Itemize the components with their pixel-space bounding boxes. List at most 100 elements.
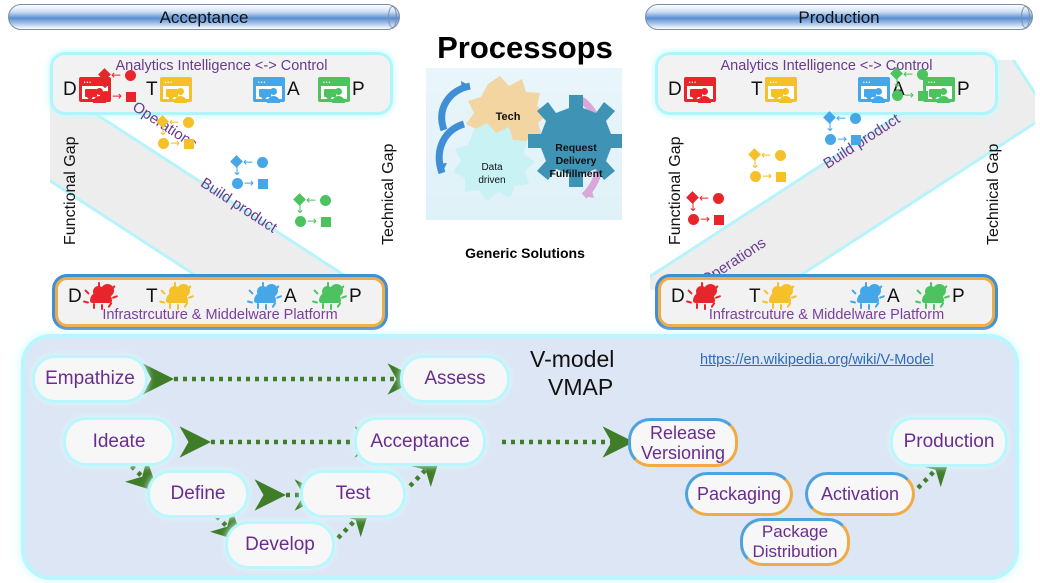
gear-tech-label: Tech [496,111,521,123]
vnode-package-distribution-label-2: Distribution [752,542,838,561]
right-infra-d[interactable]: D [671,282,721,310]
left-infra-band: D T A P Infrastrcuture & Middelware Plat… [55,277,385,327]
right-flow-cluster-yellow: ← ↓ → [748,148,798,184]
right-process-panel: Analytics Intelligence <-> Control D •••… [640,55,1040,335]
vnode-ideate[interactable]: Ideate [66,420,172,463]
header-bar-acceptance: Acceptance [8,4,400,30]
vnode-release-versioning[interactable]: Release Versioning [628,418,738,467]
right-flow-cluster-blue: ← ↓ → [823,111,873,147]
page-title: Processops [437,30,613,65]
left-infra-p[interactable]: P [311,282,362,310]
analytics-window-icon-yellow: ••• [159,77,192,103]
left-stage-p[interactable]: ••• P [318,77,365,103]
cloud-node-icon-yellow [761,282,797,310]
left-infra-title: Infrastrcuture & Middelware Platform [102,307,338,323]
cloud-node-icon-green [914,282,951,310]
cylinder-cap-icon [1021,6,1030,28]
right-functional-gap-label: Functional Gap [667,136,684,245]
left-flow-cluster-red: ← ↓ → [98,68,148,104]
cloud-node-icon-red [685,282,721,310]
vnode-production-label: Production [903,431,995,452]
left-flow-cluster-green: ← ↓ → [293,193,343,229]
left-infra-a[interactable]: A [246,282,297,310]
right-analytics-band: Analytics Intelligence <-> Control D •••… [658,55,995,112]
vnode-release-versioning-label-1: Release [649,422,717,443]
stage-letter-a: A [287,79,300,100]
vnode-test[interactable]: Test [303,473,403,515]
left-flow-cluster-yellow: ← ↓ → [156,115,206,151]
vnode-test-label: Test [335,483,371,504]
cloud-node-icon-blue [246,282,283,310]
vnode-acceptance-label: Acceptance [370,430,470,452]
stage-letter-a: A [887,285,900,307]
right-analytics-title: Analytics Intelligence <-> Control [720,58,933,74]
vnode-define-label: Define [170,483,226,504]
stage-letter-t: T [146,285,158,307]
vnode-develop-label: Develop [245,534,315,555]
right-flow-cluster-green: ← ↓ → [890,67,940,103]
gear-request-label-2: Delivery [556,155,597,167]
analytics-window-icon-blue: ••• [253,77,285,103]
stage-letter-d: D [63,79,77,100]
stage-letter-a: A [284,285,297,307]
vnode-empathize-label: Empathize [45,368,135,389]
vnode-activation-label: Activation [820,483,900,504]
header-bar-production-label: Production [798,8,880,27]
analytics-window-icon-blue: ••• [858,77,890,103]
stage-letter-p: P [952,285,965,307]
vnode-production[interactable]: Production [893,420,1005,464]
stage-letter-d: D [68,285,82,307]
cloud-node-icon-green [311,282,348,310]
right-infra-p[interactable]: P [914,282,965,310]
right-infra-band: D T A P Infrastrcuture & Middelware Plat… [658,277,995,327]
header-bar-production: Production [645,4,1033,30]
vnode-activation[interactable]: Activation [805,472,915,516]
vnode-packaging[interactable]: Packaging [685,472,793,516]
left-process-panel: Analytics Intelligence <-> Control D •••… [0,55,400,335]
left-flow-cluster-blue: ← ↓ → [230,155,280,191]
left-infra-d[interactable]: D [68,282,118,310]
right-infra-t[interactable]: T [749,282,797,310]
gear-diagram-svg: Tech Data driven Request Delivery Fulfil… [435,76,624,201]
stage-letter-t: T [751,79,763,100]
vnode-acceptance[interactable]: Acceptance [357,420,483,463]
vmodel-arrows [123,363,952,543]
stage-letter-d: D [671,285,685,307]
stage-letter-d: D [668,79,682,100]
cloud-node-icon-blue [849,282,886,310]
vnode-define[interactable]: Define [150,473,246,515]
vnode-empathize[interactable]: Empathize [35,358,145,400]
vnode-package-distribution[interactable]: Package Distribution [740,518,850,566]
right-stage-d[interactable]: D ••• [668,77,716,103]
right-infra-a[interactable]: A [849,282,900,310]
right-stage-t[interactable]: T ••• [751,77,797,103]
analytics-window-icon-green: ••• [318,77,350,103]
gear-diagram: Tech Data driven Request Delivery Fulfil… [426,68,624,220]
header-bar-acceptance-label: Acceptance [159,8,249,27]
cylinder-cap-icon [388,6,397,28]
vnode-package-distribution-label-1: Package [761,522,829,541]
left-stage-t[interactable]: T ••• [146,77,192,103]
right-technical-gap-label: Technical Gap [985,143,1002,245]
vnode-release-versioning-label-2: Versioning [640,442,726,463]
left-functional-gap-label: Functional Gap [62,136,79,245]
right-analytics-icon-row: D ••• T ••• ••• ••• P [658,77,995,109]
vnode-assess-label: Assess [424,368,486,389]
stage-letter-p: P [957,79,970,100]
left-infra-t[interactable]: T [146,282,194,310]
cloud-node-icon-yellow [158,282,194,310]
left-technical-gap-label: Technical Gap [380,143,397,245]
vnode-assess[interactable]: Assess [403,358,507,400]
gear-data-label-1: Data [481,162,503,173]
analytics-window-icon-red: ••• [683,77,716,103]
analytics-window-icon-yellow: ••• [764,77,797,103]
vnode-develop[interactable]: Develop [228,524,332,566]
gear-request-label-3: Fulfillment [549,168,603,180]
cloud-node-icon-red [82,282,118,310]
right-flow-cluster-red: ← ↓ → [686,191,736,227]
left-stage-a[interactable]: ••• A [253,77,300,103]
vnode-ideate-label: Ideate [92,430,146,452]
gear-request-label-1: Request [555,142,597,154]
gear-data-label-2: driven [478,175,505,186]
stage-letter-p: P [349,285,362,307]
